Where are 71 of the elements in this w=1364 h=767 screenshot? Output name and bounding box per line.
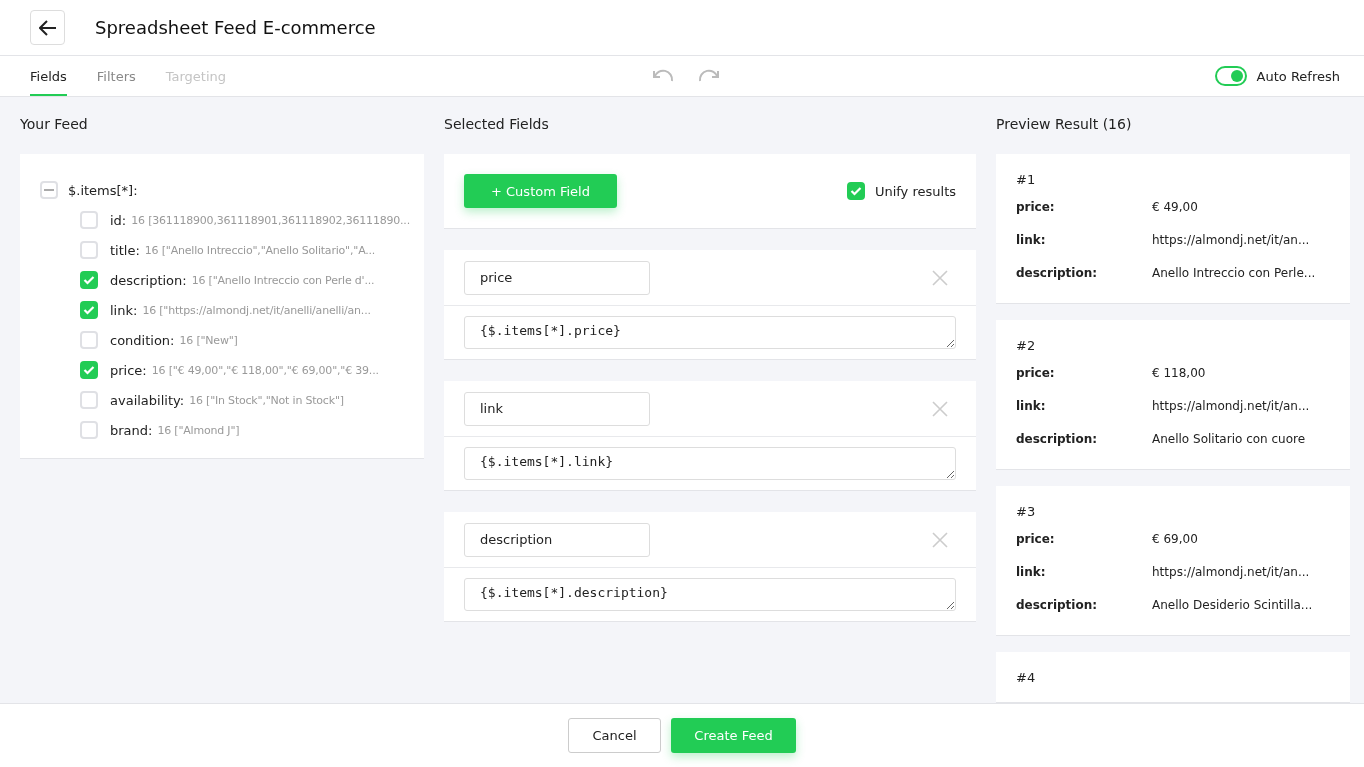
result-value: Anello Solitario con cuore <box>1152 431 1306 446</box>
field-name: brand: <box>110 422 153 438</box>
field-sample: 16 ["€ 49,00","€ 118,00","€ 69,00","€ 39... <box>151 363 379 377</box>
checkmark-icon <box>83 365 95 375</box>
result-label: description: <box>1016 431 1099 446</box>
toggle-switch[interactable] <box>1214 66 1247 86</box>
expression-input[interactable]: {$.items[*].description} <box>464 578 956 611</box>
result-value: Anello Intreccio con Perle... <box>1152 265 1316 280</box>
result-value: € 49,00 <box>1152 199 1198 214</box>
checkbox[interactable] <box>846 182 865 200</box>
result-label: price: <box>1016 531 1056 546</box>
expression-input[interactable]: {$.items[*].price} <box>464 316 956 349</box>
redo-icon[interactable] <box>698 69 720 83</box>
field-name: description: <box>110 272 187 288</box>
section-title: Selected Fields <box>444 115 550 134</box>
cancel-button[interactable]: Cancel <box>568 718 661 753</box>
result-number: #2 <box>1016 337 1037 355</box>
field-name: price: <box>110 362 147 378</box>
field-sample: 16 ["New"] <box>179 333 238 347</box>
checkmark-icon <box>83 305 95 315</box>
result-label: price: <box>1016 199 1056 214</box>
close-icon[interactable] <box>932 400 948 417</box>
result-value: Anello Desiderio Scintilla... <box>1152 597 1313 612</box>
field-sample: 16 ["In Stock","Not in Stock"] <box>189 393 344 407</box>
result-number: #1 <box>1016 171 1037 189</box>
field-sample: 16 ["Anello Intreccio con Perle d'... <box>191 273 375 287</box>
back-arrow-icon <box>38 19 57 36</box>
back-button[interactable] <box>30 10 65 45</box>
result-label: description: <box>1016 265 1099 280</box>
field-sample: 16 [361118900,361118901,361118902,36111890... <box>131 213 410 227</box>
result-number: #4 <box>1016 669 1037 687</box>
result-label: price: <box>1016 365 1056 380</box>
result-label: link: <box>1016 564 1047 579</box>
expression-input[interactable]: {$.items[*].link} <box>464 447 956 480</box>
tab[interactable]: Fields <box>30 56 67 96</box>
field-name: condition: <box>110 332 175 348</box>
field-sample: 16 ["Almond J"] <box>157 423 240 437</box>
result-value: € 118,00 <box>1152 365 1206 380</box>
field-sample: 16 ["Anello Intreccio","Anello Solitario","A... <box>144 243 376 257</box>
checkmark-icon <box>83 275 95 285</box>
section-title: Your Feed <box>20 115 89 134</box>
result-value: https://almondj.net/it/an... <box>1152 398 1310 413</box>
checkmark-icon <box>849 186 862 196</box>
result-label: link: <box>1016 232 1047 247</box>
result-label: description: <box>1016 597 1099 612</box>
checkbox[interactable] <box>80 301 98 319</box>
result-value: https://almondj.net/it/an... <box>1152 564 1310 579</box>
field-name: availability: <box>110 392 185 408</box>
checkbox[interactable] <box>80 271 98 289</box>
collapse-button[interactable] <box>40 181 58 199</box>
checkbox[interactable] <box>80 361 98 379</box>
page-title: Spreadsheet Feed E-commerce <box>95 17 376 38</box>
result-label: link: <box>1016 398 1047 413</box>
close-icon[interactable] <box>932 531 948 548</box>
field-name: link: <box>110 302 138 318</box>
result-number: #3 <box>1016 503 1037 521</box>
undo-icon[interactable] <box>652 69 674 83</box>
field-name-input[interactable]: link <box>464 391 650 426</box>
field-sample: 16 ["https://almondj.net/it/anelli/anelli/an... <box>142 303 371 317</box>
tree-root-label: $.items[*]: <box>68 182 138 198</box>
field-name-input[interactable]: price <box>464 260 650 295</box>
toggle-label: Auto Refresh <box>1256 68 1340 84</box>
checkbox-label: Unify results <box>874 183 956 199</box>
section-title: Preview Result (16) <box>996 115 1133 134</box>
result-value: € 69,00 <box>1152 531 1198 546</box>
field-name-input[interactable]: description <box>464 522 650 557</box>
field-name: id: <box>110 212 127 228</box>
close-icon[interactable] <box>932 269 948 286</box>
result-value: https://almondj.net/it/an... <box>1152 232 1310 247</box>
field-name: title: <box>110 242 140 258</box>
tab[interactable]: Filters <box>96 56 136 96</box>
